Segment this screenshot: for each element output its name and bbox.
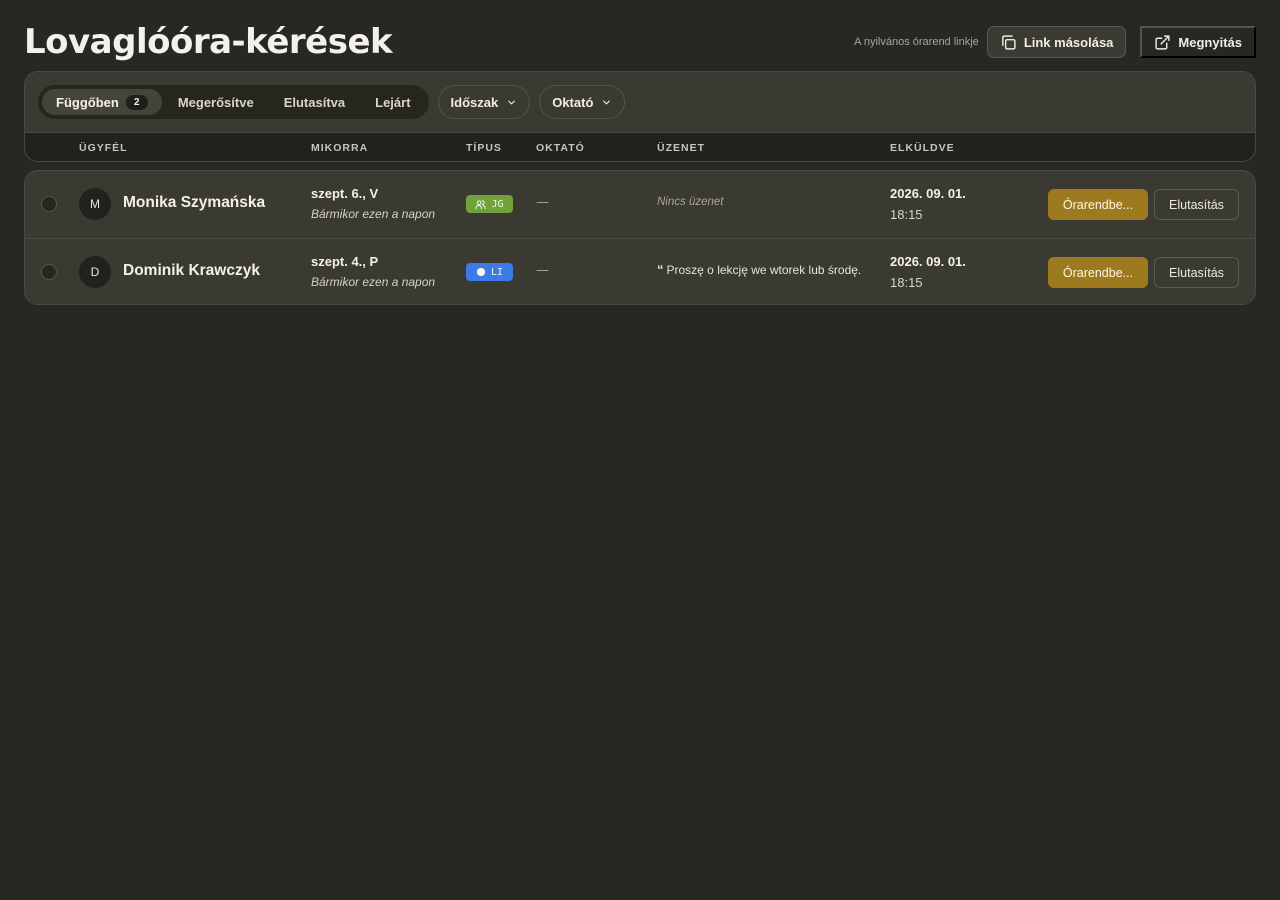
header-actions: A nyilvános órarend linkje Link másolása… [854,26,1256,58]
quote-icon: “ [657,262,664,277]
reject-button[interactable]: Elutasítás [1154,257,1239,288]
reject-button[interactable]: Elutasítás [1154,189,1239,220]
avatar: D [79,256,111,288]
time-note: Bármikor ezen a napon [311,207,436,221]
column-header-type: TÍPUS [466,142,502,154]
sent-date: 2026. 09. 01. [890,254,966,269]
column-header-instructor: OKTATÓ [536,142,585,154]
column-header-client: ÜGYFÉL [79,142,128,154]
tab-label: Megerősítve [177,94,254,110]
open-button[interactable]: Megnyitás [1140,26,1256,58]
request-date: szept. 4., P [311,254,379,269]
message-text: Proszę o lekcję we wtorek lub środę. [666,263,862,277]
request-date: szept. 6., V [311,186,379,201]
chevron-down-icon [506,97,517,108]
tab-label: Elutasítva [283,94,346,110]
instructor-dropdown[interactable]: Oktató [539,85,626,119]
page-header: Lovaglóóra-kérések A nyilvános órarend l… [24,18,1256,66]
table-header: ÜGYFÉL MIKORRA TÍPUS OKTATÓ ÜZENET ELKÜL… [25,132,1255,161]
column-header-sent: ELKÜLDVE [890,142,955,154]
tab-confirmed[interactable]: Megerősítve [164,89,268,115]
instructor-label: Oktató [552,94,594,110]
copy-icon [1000,34,1017,51]
client-name: Dominik Krawczyk [123,262,260,279]
users-icon [475,199,487,210]
filter-card: Függőben 2 Megerősítve Elutasítva Lejárt… [24,71,1256,162]
row-checkbox[interactable] [41,264,57,280]
status-tabs: Függőben 2 Megerősítve Elutasítva Lejárt [38,85,429,119]
period-dropdown[interactable]: Időszak [437,85,531,119]
sent-time: 18:15 [890,275,923,290]
chevron-down-icon [601,97,612,108]
row-checkbox[interactable] [41,196,57,212]
table-row: D Dominik Krawczyk szept. 4., P Bármikor… [25,238,1255,304]
filter-bar: Függőben 2 Megerősítve Elutasítva Lejárt… [25,72,1255,132]
column-header-message: ÜZENET [657,142,705,154]
instructor-value: — [536,195,549,210]
public-link-caption: A nyilvános órarend linkje [854,36,979,48]
message-empty: Nincs üzenet [657,196,724,208]
tab-label: Lejárt [375,94,411,110]
copy-link-label: Link másolása [1023,34,1114,50]
type-badge: LI [466,263,513,281]
schedule-button[interactable]: Órarendbe... [1048,189,1148,220]
open-label: Megnyitás [1178,34,1242,50]
sent-date: 2026. 09. 01. [890,186,966,201]
copy-link-button[interactable]: Link másolása [986,26,1127,58]
sent-time: 18:15 [890,207,923,222]
schedule-button[interactable]: Órarendbe... [1048,257,1148,288]
tab-expired[interactable]: Lejárt [361,89,424,115]
type-code: LI [490,266,504,278]
external-link-icon [1154,34,1171,51]
column-header-when: MIKORRA [311,142,369,154]
page-title: Lovaglóóra-kérések [24,22,393,62]
period-label: Időszak [450,94,499,110]
avatar: M [79,188,111,220]
tab-label: Függőben [56,94,119,110]
message: “Proszę o lekcję we wtorek lub środę. [657,262,861,277]
instructor-value: — [536,263,549,278]
user-icon [476,267,486,277]
request-list: M Monika Szymańska szept. 6., V Bármikor… [24,170,1256,305]
tab-rejected[interactable]: Elutasítva [270,89,359,115]
type-code: JG [491,198,504,210]
type-badge: JG [466,195,513,213]
client-name: Monika Szymańska [123,194,266,211]
time-note: Bármikor ezen a napon [311,275,436,289]
tab-pending[interactable]: Függőben 2 [42,89,162,115]
table-row: M Monika Szymańska szept. 6., V Bármikor… [25,171,1255,238]
count-badge: 2 [125,94,148,110]
